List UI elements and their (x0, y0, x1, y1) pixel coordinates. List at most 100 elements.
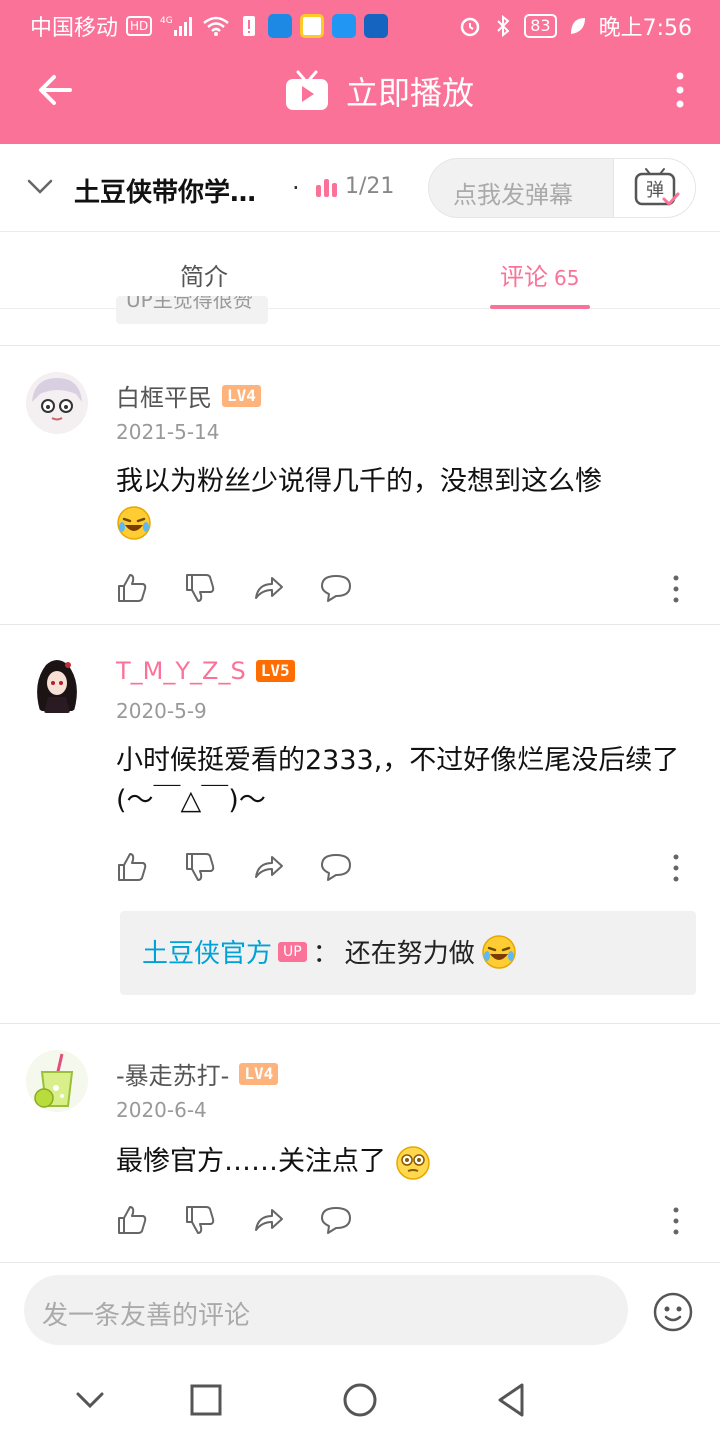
level-badge: LV4 (239, 1062, 279, 1085)
reply-separator: ： (312, 939, 339, 969)
signal-icon: 4G (160, 13, 194, 39)
playing-bars-icon (316, 177, 337, 197)
thumbs-up-icon[interactable] (116, 1204, 148, 1236)
video-info-row: 土豆侠带你学… · 1/21 点我发弹幕 弹 (0, 144, 720, 232)
thumbs-up-icon[interactable] (116, 851, 148, 883)
nav-recents-square-icon[interactable] (186, 1380, 226, 1420)
chevron-down-icon[interactable] (26, 176, 54, 198)
danmaku-input[interactable]: 点我发弹幕 弹 (428, 158, 696, 218)
tab-bar: 简介 评论 65 (0, 233, 720, 309)
thumbs-down-icon[interactable] (184, 1204, 216, 1236)
comment-more-icon[interactable] (670, 574, 682, 604)
comment-text: 我以为粉丝少说得几千的，没想到这么惨 (116, 462, 686, 542)
svg-text:4G: 4G (160, 16, 173, 26)
comment-more-icon[interactable] (670, 853, 682, 883)
more-vertical-icon[interactable] (668, 68, 692, 112)
nav-home-circle-icon[interactable] (340, 1380, 380, 1420)
comment-date: 2020-6-4 (116, 1098, 207, 1122)
avatar[interactable] (26, 372, 88, 434)
comment-date: 2020-5-9 (116, 699, 207, 723)
alarm-icon (458, 13, 482, 39)
nav-hide-chevron-icon[interactable] (70, 1380, 110, 1420)
comment-item: -暴走苏打- LV4 2020-6-4 最惨官方……关注点了 (0, 1024, 720, 1260)
reply-bubble-icon[interactable] (320, 1204, 352, 1236)
comment-username[interactable]: T_M_Y_Z_S LV5 (116, 657, 295, 685)
comment-composer: 发一条友善的评论 (0, 1262, 720, 1360)
tab-intro[interactable]: 简介 (180, 257, 228, 292)
wifi-icon (202, 13, 230, 39)
comment-username[interactable]: -暴走苏打- LV4 (116, 1056, 279, 1091)
comment-text: 小时候挺爱看的2333,，不过好像烂尾没后续了(〜￣△￣)〜 (116, 745, 680, 816)
username-text: T_M_Y_Z_S (116, 657, 246, 685)
avatar-dark-hair-girl-icon (37, 660, 77, 713)
episode-count: 1/21 (345, 174, 395, 199)
tab-comments-count: 65 (554, 266, 580, 290)
danmaku-placeholder: 点我发弹幕 (453, 181, 573, 209)
danmaku-toggle-button[interactable]: 弹 (613, 159, 695, 217)
tab-comments-label: 评论 (500, 263, 548, 291)
bulb-app-icon (364, 14, 389, 38)
username-text: 白框平民 (116, 384, 212, 412)
bluetooth-icon (492, 13, 514, 39)
comment-input[interactable]: 发一条友善的评论 (24, 1275, 628, 1345)
tv-icon (286, 70, 328, 110)
reply-bubble-icon[interactable] (320, 851, 352, 883)
thumbs-up-icon[interactable] (116, 572, 148, 604)
partial-up-liked-tag: UP主觉得很赞 (116, 296, 268, 324)
comment-body: 最惨官方……关注点了 (116, 1146, 386, 1177)
play-now-button[interactable]: 立即播放 (284, 68, 474, 114)
nav-back-triangle-icon[interactable] (492, 1380, 532, 1420)
reply-bubble-icon[interactable] (320, 572, 352, 604)
comment-date: 2021-5-14 (116, 420, 220, 444)
avatar[interactable] (26, 1050, 88, 1112)
comment-body: 我以为粉丝少说得几千的，没想到这么惨 (116, 466, 602, 497)
cloud-app-icon (332, 14, 357, 38)
comment-item: T_M_Y_Z_S LV5 2020-5-9 小时候挺爱看的2333,，不过好像… (0, 625, 720, 1023)
episode-indicator[interactable]: 1/21 (316, 174, 394, 199)
comment-text: 最惨官方……关注点了 (116, 1142, 686, 1182)
share-icon[interactable] (252, 851, 284, 883)
sim-alert-icon (238, 13, 260, 39)
crying-laugh-emoji-icon (117, 505, 151, 540)
battery-indicator: 83 (524, 14, 557, 38)
title-separator: · (292, 174, 300, 202)
share-icon[interactable] (252, 572, 284, 604)
level-badge: LV4 (222, 384, 261, 407)
reply-preview[interactable]: 土豆侠官方 UP ： 还在努力做 (120, 911, 696, 995)
crying-laugh-emoji-icon (482, 934, 516, 969)
reply-username[interactable]: 土豆侠官方 (142, 933, 272, 970)
comment-username[interactable]: 白框平民 LV4 (116, 378, 261, 413)
emoji-picker-icon[interactable] (652, 1291, 694, 1333)
comment-actions (116, 1204, 352, 1236)
leaf-icon (567, 13, 589, 39)
comment-input-placeholder: 发一条友善的评论 (42, 1301, 251, 1331)
danmaku-icon: 弹 (634, 168, 680, 207)
video-title[interactable]: 土豆侠带你学… (74, 172, 256, 209)
username-text: -暴走苏打- (116, 1062, 230, 1090)
dizzy-face-emoji-icon (395, 1145, 430, 1180)
avatar-lemon-soda-icon (34, 1053, 74, 1108)
top-bar: 中国移动 HD 4G 83 晚上7:56 立即播放 (0, 0, 720, 144)
thumbs-down-icon[interactable] (184, 851, 216, 883)
comment-item: 白框平民 LV4 2021-5-14 我以为粉丝少说得几千的，没想到这么惨 (0, 346, 720, 624)
avatar-anime-girl-icon (32, 378, 82, 421)
back-arrow-icon[interactable] (34, 68, 78, 112)
clock-label: 晚上7:56 (598, 16, 692, 41)
thumbs-down-icon[interactable] (184, 572, 216, 604)
status-bar: 中国移动 HD 4G 83 晚上7:56 (0, 0, 720, 50)
comment-actions (116, 572, 352, 604)
avatar[interactable] (26, 653, 88, 715)
colorful-app-icon (300, 14, 325, 38)
app-header: 立即播放 (0, 50, 720, 144)
level-badge: LV5 (255, 660, 295, 682)
comment-more-icon[interactable] (670, 1206, 682, 1236)
carrier-label: 中国移动 (30, 16, 119, 41)
share-icon[interactable] (252, 1204, 284, 1236)
comment-actions (116, 851, 352, 883)
reply-text: 还在努力做 (344, 939, 475, 969)
play-now-label: 立即播放 (346, 74, 475, 112)
tab-comments[interactable]: 评论 65 (500, 257, 579, 292)
up-badge: UP (278, 941, 307, 962)
hd-icon: HD (126, 16, 153, 36)
shield-app-icon (268, 14, 293, 38)
